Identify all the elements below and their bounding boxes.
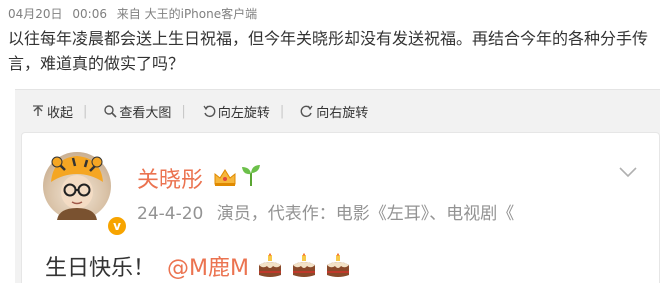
collapse-button[interactable]: 收起 | — [31, 102, 87, 121]
post-meta: 04月20日 00:06 来自 大王的iPhone客户端 — [8, 5, 263, 22]
chevron-down-icon[interactable] — [619, 166, 637, 178]
rotate-left-label: 向左旋转 — [217, 105, 270, 121]
quoted-content: 生日快乐！ @M鹿M — [45, 250, 351, 282]
quoted-weibo-card: v 关晓彤 24-4-20 演员，代表作：电影《左耳》、电视剧《 生日快乐！ @… — [21, 132, 660, 283]
rotate-right-label: 向右旋转 — [316, 105, 369, 121]
rotate-right-button[interactable]: 向右旋转 — [300, 102, 368, 121]
view-large-label: 查看大图 — [119, 105, 172, 121]
toolbar-divider: | — [181, 103, 186, 119]
verified-badge-icon: v — [106, 215, 128, 237]
rotate-left-icon — [203, 105, 216, 118]
toolbar-divider: | — [83, 103, 88, 119]
cake-icon — [326, 253, 349, 277]
username[interactable]: 关晓彤 — [137, 162, 203, 194]
mention-link[interactable]: @M鹿M — [167, 250, 249, 282]
toolbar-divider: | — [279, 103, 285, 119]
magnifier-icon — [104, 105, 117, 118]
image-toolbar: 收起 | 查看大图 | 向左旋转 | 向右旋转 — [15, 90, 660, 132]
collapse-icon — [33, 105, 43, 116]
sprout-icon — [242, 165, 260, 186]
rotate-right-icon — [300, 105, 313, 118]
weibo-post: 04月20日 00:06 来自 大王的iPhone客户端 以往每年凌晨都会送上生… — [0, 0, 660, 283]
post-source[interactable]: 来自 大王的iPhone客户端 — [117, 7, 257, 21]
content-text: 生日快乐！ — [45, 256, 156, 281]
post-text: 以往每年凌晨都会送上生日祝福，但今年关晓彤却没有发送祝福。再结合今年的各种分手传… — [8, 29, 649, 73]
post-time: 00:06 — [72, 7, 107, 21]
user-info-line: 24-4-20 演员，代表作：电影《左耳》、电视剧《 — [137, 199, 657, 224]
cake-icon — [258, 253, 281, 277]
cake-icon — [292, 253, 315, 277]
view-large-button[interactable]: 查看大图 | — [103, 102, 186, 121]
post-date: 04月20日 — [8, 7, 63, 21]
avatar[interactable]: v — [43, 152, 128, 237]
rotate-left-button[interactable]: 向左旋转 | — [202, 102, 284, 121]
quoted-date: 24-4-20 — [137, 204, 204, 224]
collapse-label: 收起 — [47, 105, 74, 121]
crown-icon — [214, 169, 236, 186]
avatar-illustration — [51, 156, 103, 220]
repost-container: 收起 | 查看大图 | 向左旋转 | 向右旋转 v 关晓彤 24-4-20 演员… — [15, 89, 660, 283]
user-bio: 演员，代表作：电影《左耳》、电视剧《 — [216, 204, 515, 224]
